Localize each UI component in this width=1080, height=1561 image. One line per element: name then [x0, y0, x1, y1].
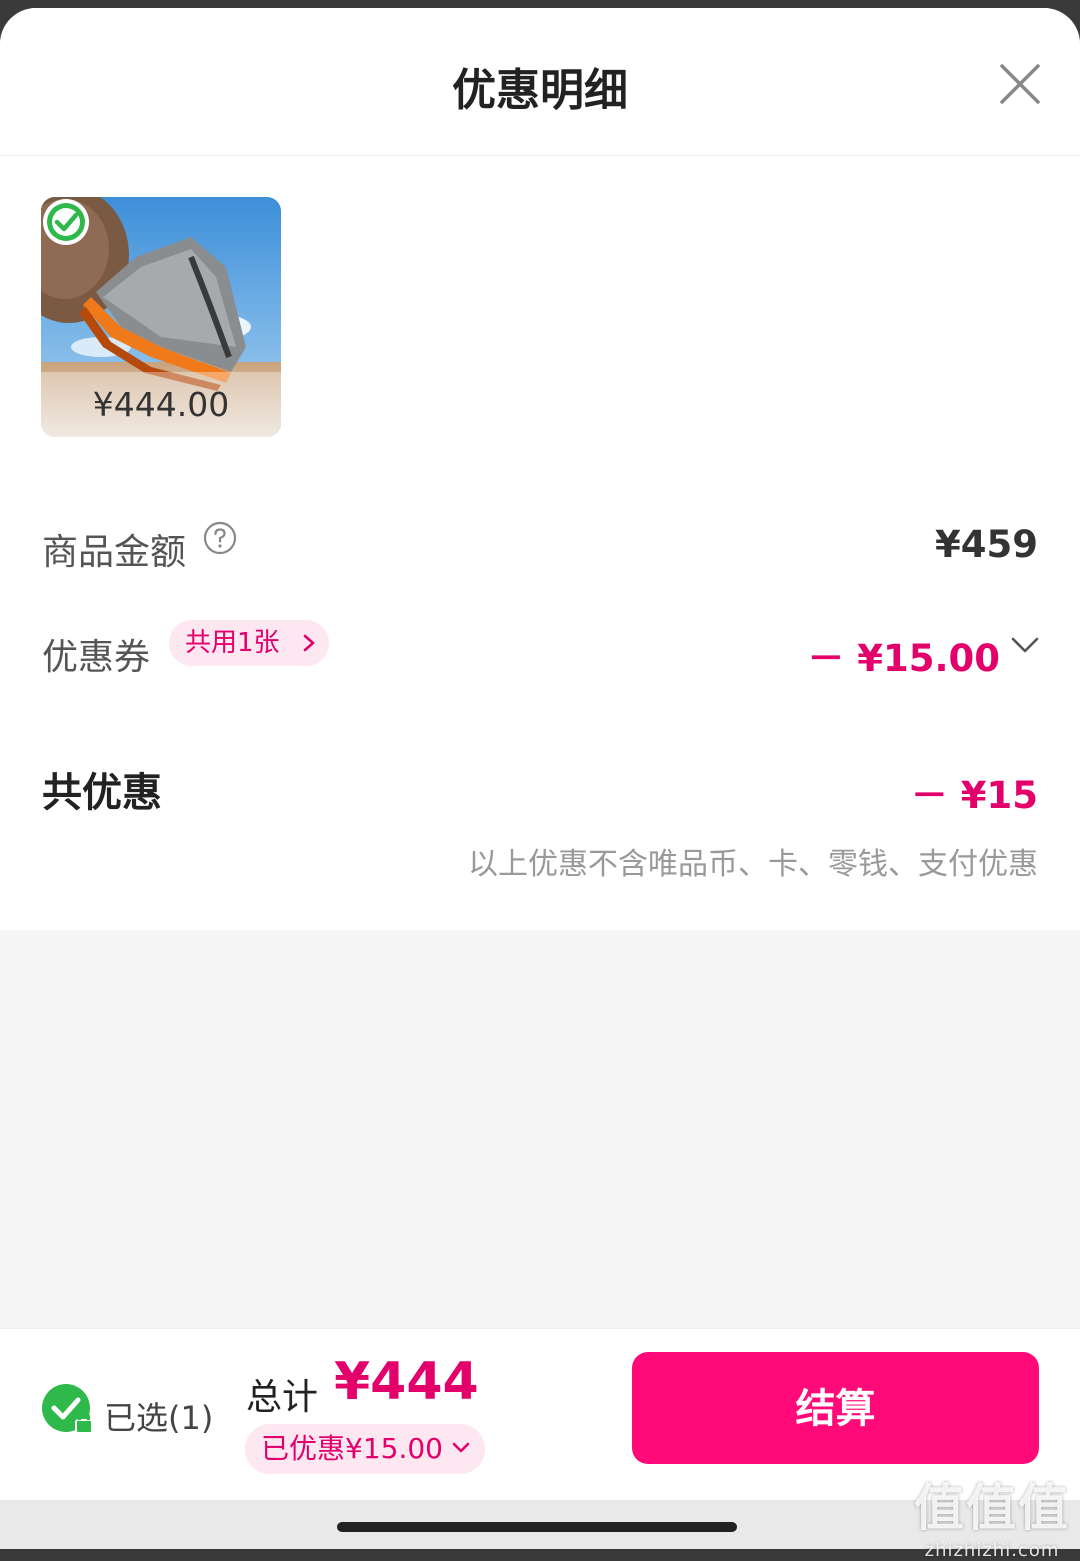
home-indicator[interactable] [337, 1522, 737, 1532]
coupon-count-label: 共用1张 [185, 628, 280, 658]
watermark-logo: 值值值 [914, 1479, 1070, 1537]
chevron-right-icon [303, 634, 315, 652]
page-title: 优惠明细 [452, 65, 628, 116]
close-icon[interactable] [996, 60, 1044, 108]
selected-count: 已选(1) [104, 1399, 214, 1437]
sheet-header: 优惠明细 [0, 8, 1080, 156]
total-discount-value: － ¥15 [910, 774, 1038, 817]
detail-panel: 优惠明细 ¥444.00 商品金额 ¥459 优惠券 共用1张 － ¥15.00… [0, 8, 1080, 930]
total-discount-label: 共优惠 [42, 770, 162, 816]
saved-amount-label: 已优惠¥15.00 [261, 1432, 443, 1465]
product-thumbnail[interactable]: ¥444.00 [41, 197, 281, 437]
checkout-button[interactable]: 结算 [632, 1352, 1039, 1464]
coupon-count-pill[interactable]: 共用1张 [169, 620, 329, 666]
watermark: 值值值 zhizhizhi.com [914, 1468, 1070, 1561]
sum-label: 总计 [246, 1377, 319, 1418]
saved-amount-pill[interactable]: 已优惠¥15.00 [245, 1424, 485, 1474]
goods-amount-label: 商品金额 [42, 532, 187, 573]
watermark-url: zhizhizhi.com [924, 1540, 1060, 1561]
select-all-check-icon[interactable] [40, 1382, 96, 1438]
discount-note: 以上优惠不含唯品币、卡、零钱、支付优惠 [468, 847, 1038, 882]
discount-detail-sheet: 优惠明细 ¥444.00 商品金额 ¥459 优惠券 共用1张 － ¥15.00… [0, 8, 1080, 1549]
coupon-discount-value[interactable]: － ¥15.00 [807, 628, 1000, 682]
question-circle-icon[interactable] [203, 521, 237, 555]
sum-value: ¥444 [334, 1352, 479, 1412]
selected-check-icon [43, 199, 89, 245]
product-price: ¥444.00 [92, 385, 230, 424]
coupon-label: 优惠券 [42, 637, 151, 678]
goods-amount-value: ¥459 [935, 523, 1038, 566]
chevron-down-icon[interactable] [1010, 635, 1040, 655]
chevron-down-icon [452, 1442, 470, 1453]
